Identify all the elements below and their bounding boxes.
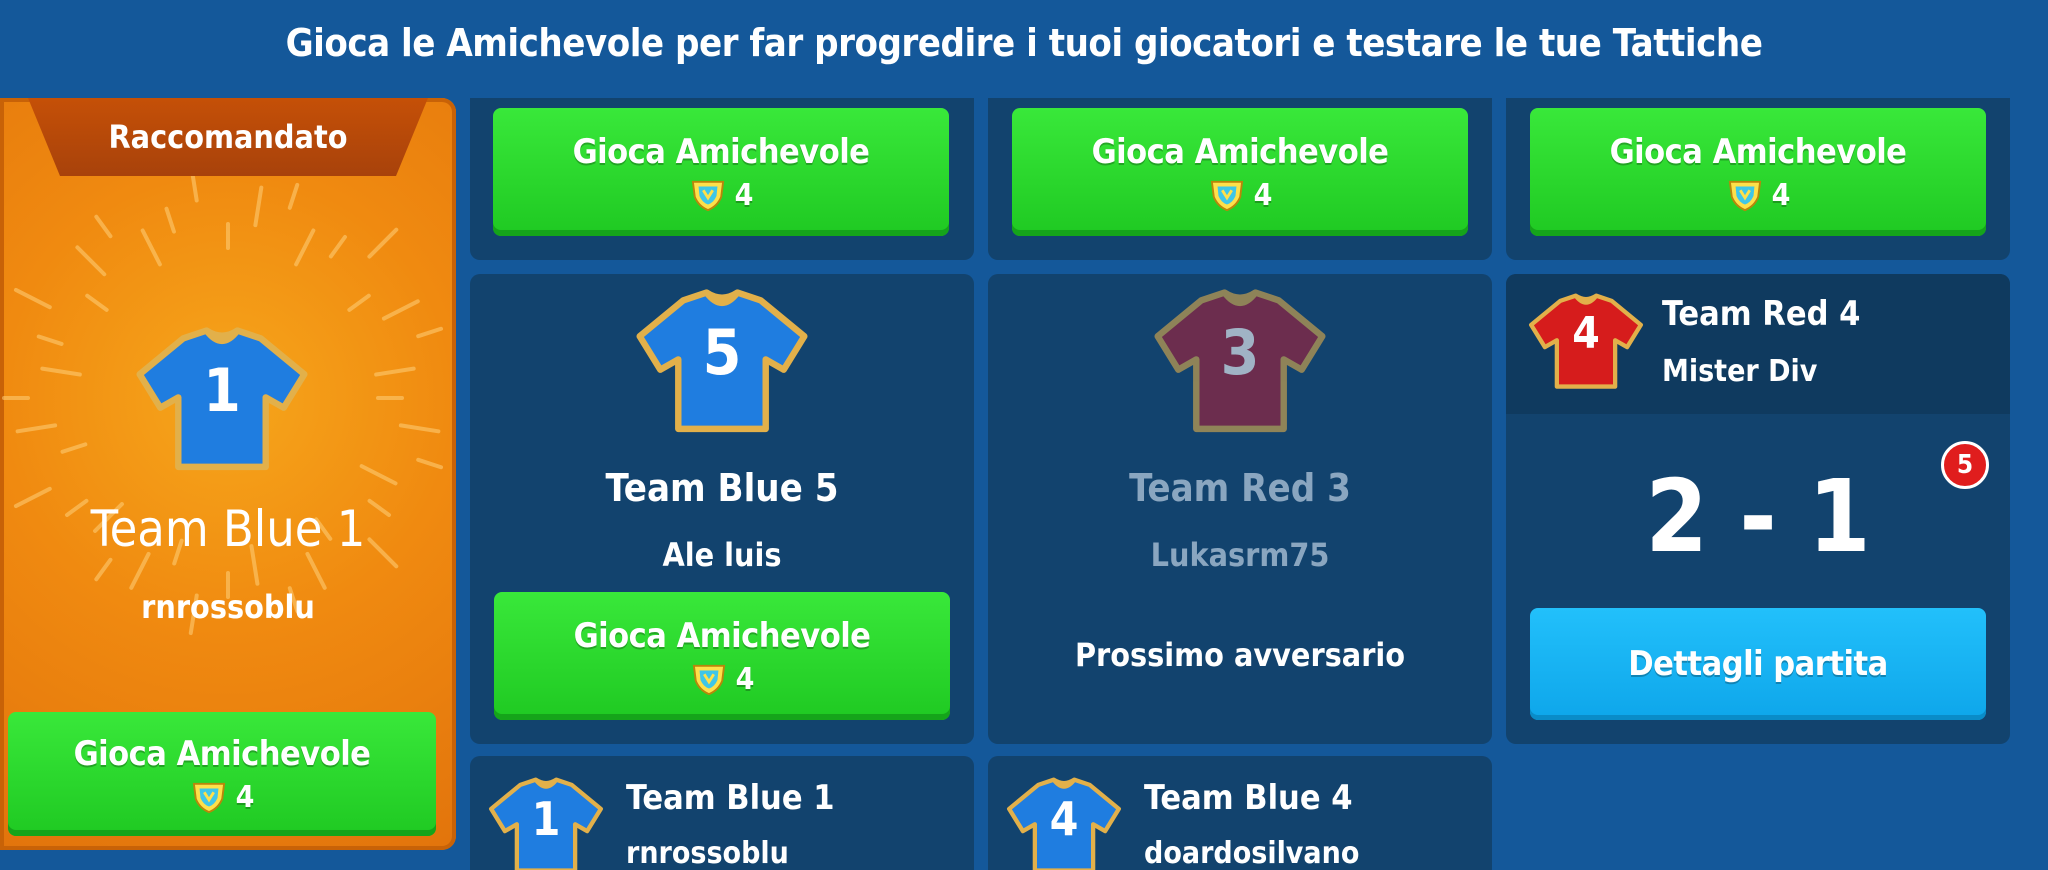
manager-name: Mister Div [1662,354,1818,389]
ray [40,366,82,377]
ray [129,551,151,590]
ray [60,442,88,454]
ray [94,557,113,582]
ray [85,293,109,312]
page-title: Gioca le Amichevole per far progredire i… [285,21,1763,65]
team-name: Team Blue 1 [626,778,835,818]
ray [347,293,371,312]
jersey-icon: 3 [1150,282,1330,442]
manager-name: rnrossoblu [141,588,315,626]
opponent-card-team-blue-5: 5 Team Blue 5 Ale luis Gioca Amichevole … [470,274,974,744]
ray [287,182,300,210]
jersey-icon: 4 [1004,772,1124,870]
team-name: Team Blue 5 [605,466,839,510]
play-friendly-button[interactable]: Gioca Amichevole 4 [8,712,436,836]
ray [15,423,58,434]
opponent-card-team-red-4: 4 Team Red 4 Mister Div 2 - 1 Dettagli p… [1506,274,2010,744]
team-name: Team Red 4 [1662,294,1861,334]
ray [374,366,416,377]
opponent-card-top-1: Gioca Amichevole 4 [470,98,974,260]
team-name: Team Blue 1 [90,500,366,558]
ray [294,228,316,267]
energy-shield-icon [1208,178,1246,212]
match-details-button[interactable]: Dettagli partita [1530,608,1986,720]
ray [359,464,398,486]
ray [416,457,444,470]
ray [75,245,107,277]
ray [328,235,347,259]
team-name: Team Blue 4 [1144,778,1353,818]
ray [94,214,113,239]
recommended-card: Raccomandato 1 Team Blue 1 rnrossoblu Gi… [0,98,456,850]
ray [381,299,420,321]
opponent-card-team-blue-1: 1 Team Blue 1 rnrossoblu [470,756,974,870]
opponent-card-top-2: Gioca Amichevole 4 [988,98,1492,260]
energy-shield-icon [1726,178,1764,212]
play-friendly-button[interactable]: Gioca Amichevole 4 [1012,108,1468,236]
ray [253,185,264,228]
ray [164,206,176,234]
ray [13,287,52,310]
energy-shield-icon [689,178,727,212]
manager-name: rnrossoblu [626,836,789,870]
jersey-icon: 1 [132,320,312,480]
manager-name: doardosilvano [1144,836,1360,870]
ray [140,228,162,267]
ray [416,326,444,339]
play-friendly-button[interactable]: Gioca Amichevole 4 [494,592,950,720]
notification-badge: 5 [1941,441,1989,489]
match-score: 2 - 1 [1645,458,1871,575]
ray [305,551,327,590]
opponent-card-team-blue-4: 4 Team Blue 4 doardosilvano [988,756,1492,870]
team-name: Team Red 3 [1129,466,1351,510]
opponent-card-top-3: Gioca Amichevole 4 [1506,98,2010,260]
jersey-icon: 5 [632,282,812,442]
play-friendly-button[interactable]: Gioca Amichevole 4 [493,108,949,236]
jersey-icon: 4 [1526,288,1646,396]
manager-name: Lukasrm75 [1150,536,1330,574]
ray [398,423,441,434]
energy-shield-icon [190,780,228,814]
ray [36,334,64,346]
jersey-icon: 1 [486,772,606,870]
recommended-ribbon: Raccomandato [28,98,428,176]
next-opponent-label: Prossimo avversario [1074,636,1406,674]
energy-shield-icon [690,662,728,696]
manager-name: Ale luis [662,536,782,574]
opponent-card-team-red-3: 3 Team Red 3 Lukasrm75 Prossimo avversar… [988,274,1492,744]
ray [367,227,399,259]
play-friendly-button[interactable]: Gioca Amichevole 4 [1530,108,1986,236]
